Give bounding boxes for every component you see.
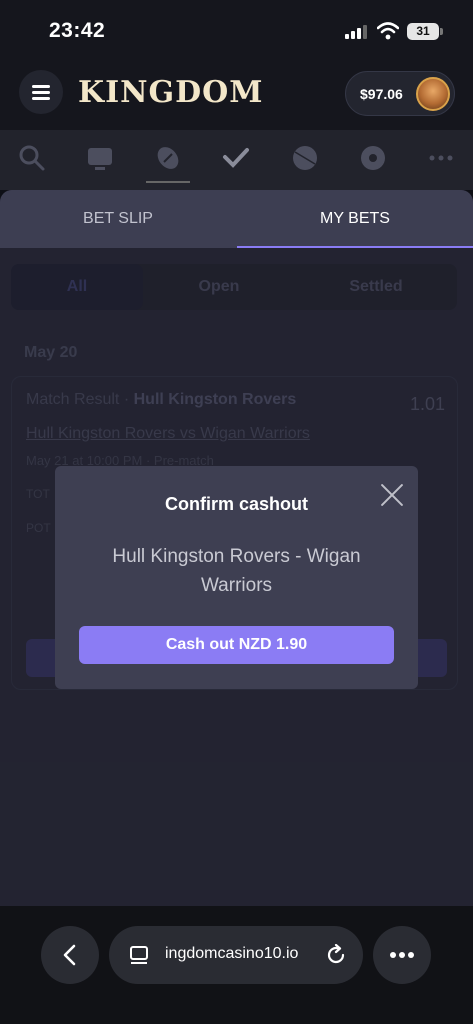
live-icon[interactable]: [86, 144, 114, 172]
close-icon[interactable]: [377, 480, 407, 510]
url-bar[interactable]: ingdomcasino10.io: [109, 926, 363, 984]
app-header: KINGDOM $97.06: [0, 62, 473, 130]
menu-icon: [32, 84, 50, 100]
menu-button[interactable]: [19, 70, 63, 114]
football-icon[interactable]: [154, 144, 182, 172]
wifi-icon: [377, 22, 399, 40]
chevron-left-icon: [63, 944, 76, 966]
kingdom-logo[interactable]: KINGDOM: [78, 75, 264, 110]
more-icon[interactable]: [427, 144, 455, 172]
soccer-icon[interactable]: [359, 144, 387, 172]
balance-amount: $97.06: [360, 86, 403, 102]
url-text: ingdomcasino10.io: [165, 945, 299, 962]
nav-active-indicator: [146, 181, 190, 183]
search-icon[interactable]: [18, 144, 46, 172]
tabs-icon[interactable]: [129, 945, 149, 965]
browser-toolbar: ingdomcasino10.io: [0, 906, 473, 1024]
more-options-button[interactable]: [373, 926, 431, 984]
modal-title: Confirm cashout: [164, 494, 308, 514]
modal-description: Hull Kingston Rovers - Wigan Warriors: [112, 546, 361, 596]
cash-out-button[interactable]: Cash out NZD 1.90: [79, 626, 394, 664]
confirm-cashout-modal: Confirm cashout Hull Kingston Rovers - W…: [55, 466, 418, 689]
balance-button[interactable]: $97.06: [345, 71, 455, 116]
sports-nav: [0, 130, 473, 190]
status-bar: 23:42 31: [0, 0, 473, 62]
signal-icon: [345, 25, 369, 39]
avatar[interactable]: [416, 77, 450, 111]
battery-icon: 31: [407, 23, 443, 40]
basketball-icon[interactable]: [291, 144, 319, 172]
bet-panel-tabs: BET SLIP MY BETS: [0, 190, 473, 248]
status-time: 23:42: [49, 19, 106, 42]
tab-bet-slip[interactable]: BET SLIP: [0, 190, 236, 248]
checkmark-icon[interactable]: [222, 144, 250, 172]
back-button[interactable]: [41, 926, 99, 984]
reload-icon[interactable]: [325, 944, 347, 966]
tab-my-bets[interactable]: MY BETS: [237, 190, 473, 248]
